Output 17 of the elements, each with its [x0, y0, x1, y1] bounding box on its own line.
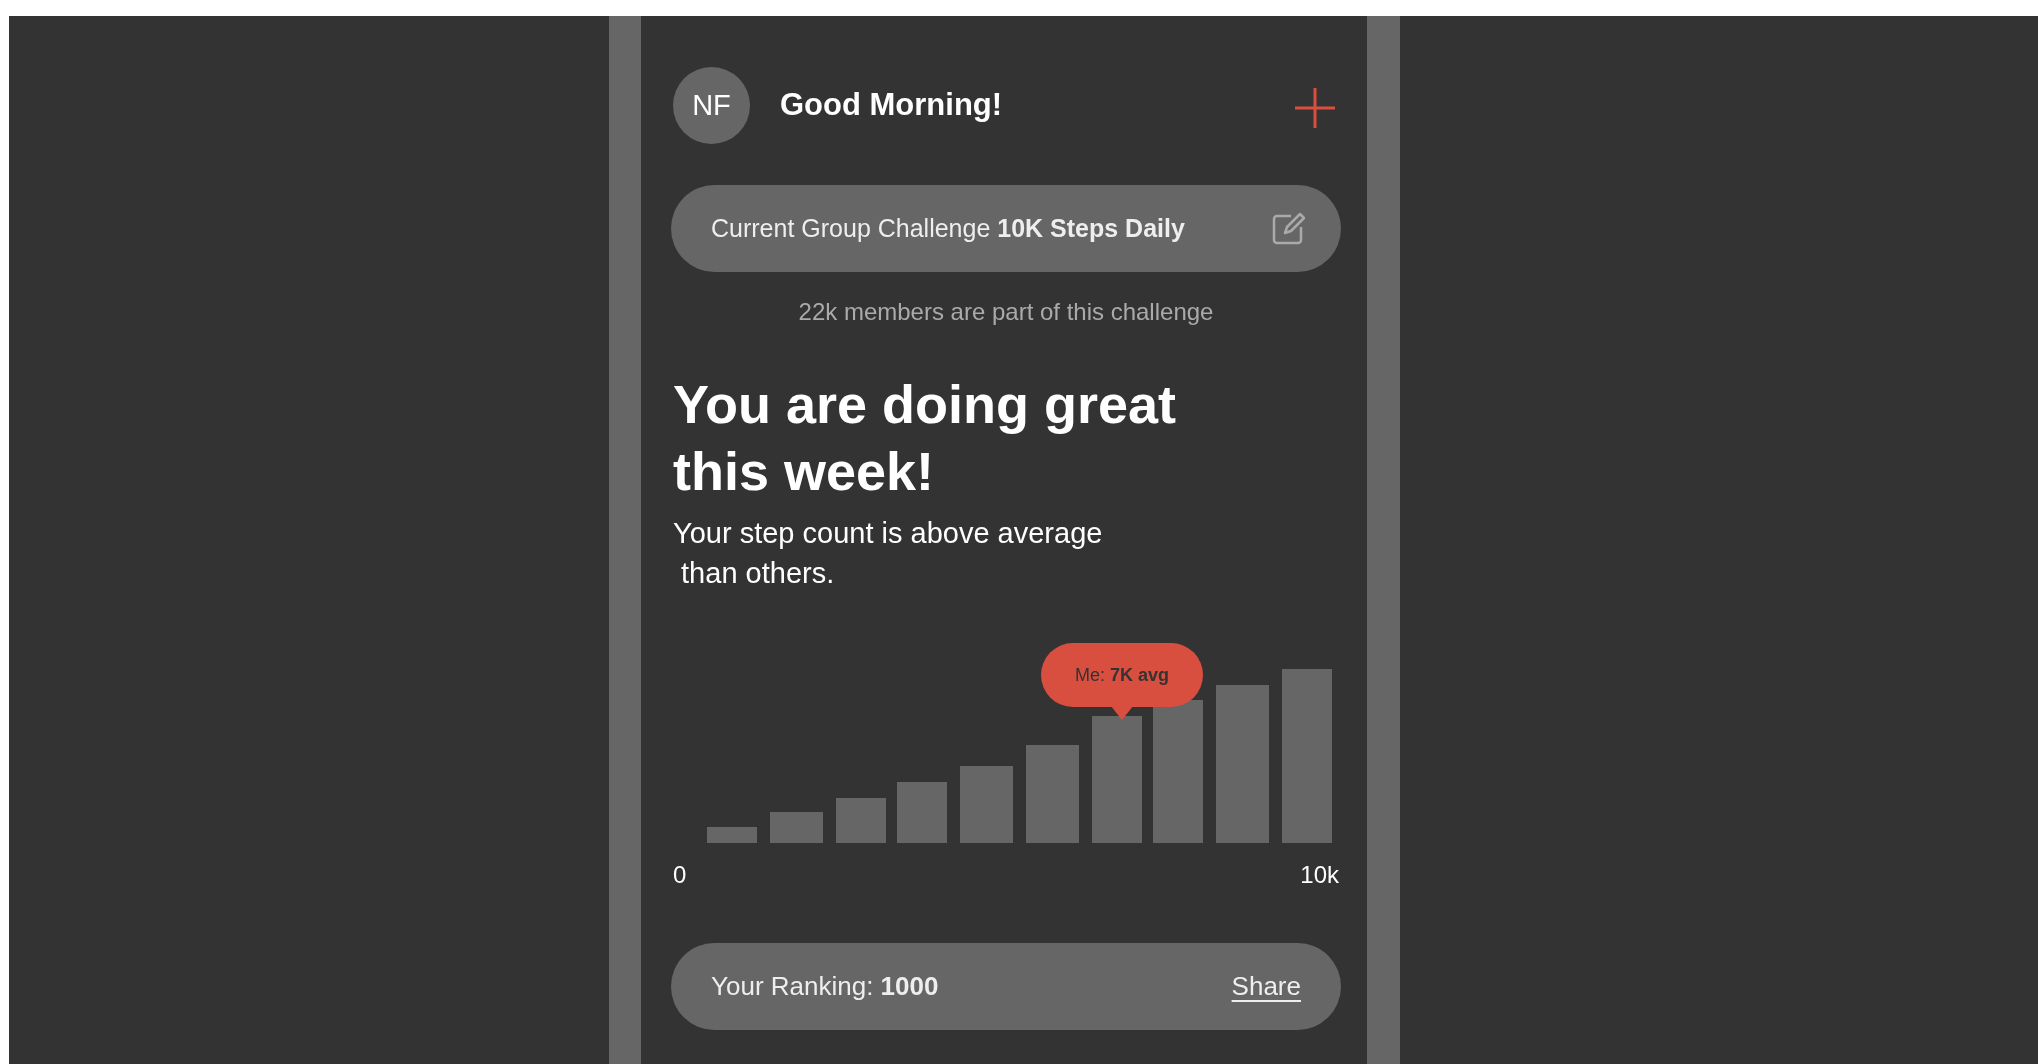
histogram-bar — [897, 782, 947, 843]
challenge-label: Current Group Challenge 10K Steps Daily — [711, 214, 1185, 243]
add-icon[interactable] — [1295, 88, 1335, 128]
subtext: Your step count is above average than others. — [673, 516, 1104, 591]
tooltip: Me: 7K avg — [1041, 643, 1203, 721]
axis-label: 10k — [1300, 861, 1339, 889]
histogram-bar — [707, 827, 757, 843]
headline: You are doing great this week! — [673, 373, 1178, 503]
share-link[interactable]: Share — [1231, 971, 1301, 1002]
members-note: 22k members are part of this challenge — [797, 298, 1215, 326]
histogram-bar — [770, 812, 823, 843]
edit-icon[interactable] — [1271, 211, 1305, 246]
histogram-bar — [836, 798, 886, 843]
greeting: Good Morning! — [780, 87, 1004, 123]
avatar[interactable]: NF — [673, 66, 750, 144]
axis-label: 0 — [673, 861, 687, 889]
ranking-label: Your Ranking: 1000 — [711, 971, 939, 1002]
